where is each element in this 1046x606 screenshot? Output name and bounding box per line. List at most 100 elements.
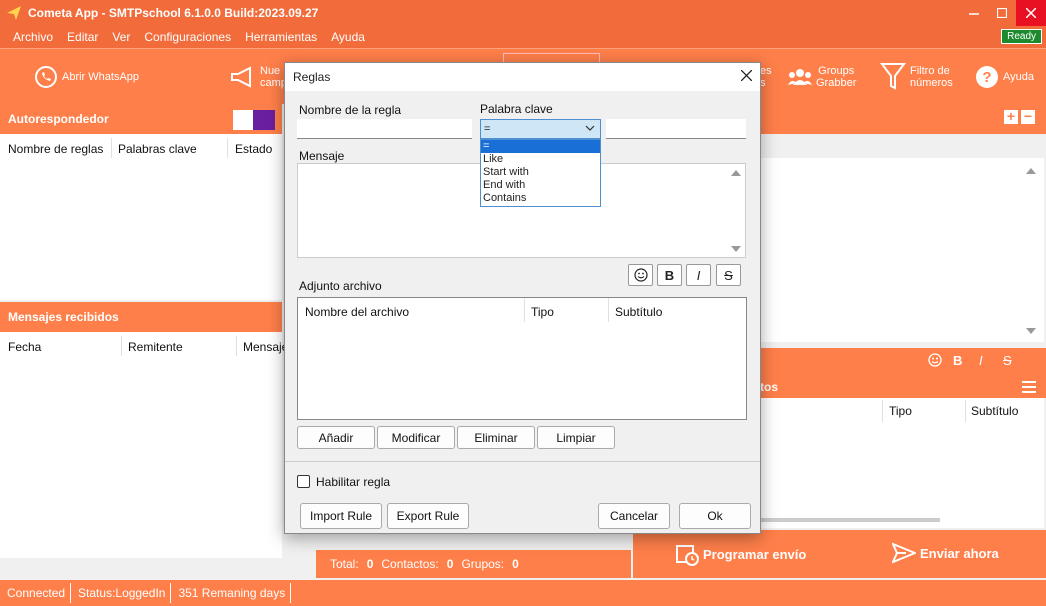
dialog-title: Reglas — [293, 70, 331, 84]
help-icon: ? — [976, 66, 998, 88]
column-separator — [121, 336, 122, 356]
keyword-operator-select[interactable]: = — [480, 119, 601, 139]
italic-button[interactable]: I — [686, 264, 711, 286]
menu-archivo[interactable]: Archivo — [6, 30, 60, 44]
send-icon — [892, 542, 916, 564]
delete-button[interactable]: Eliminar — [457, 426, 535, 449]
keyword-input[interactable] — [606, 119, 746, 139]
clear-button[interactable]: Limpiar — [537, 426, 615, 449]
menu-ver[interactable]: Ver — [105, 30, 137, 44]
column-separator — [882, 400, 883, 422]
enable-rule-checkbox[interactable] — [297, 475, 310, 488]
ok-button[interactable]: Ok — [679, 503, 751, 529]
menu-icon[interactable] — [1022, 381, 1036, 393]
dialog-divider — [285, 461, 760, 462]
close-window-button[interactable] — [1016, 0, 1046, 26]
received-messages-title: Mensajes recibidos — [8, 310, 119, 324]
send-now-button[interactable]: Enviar ahora — [892, 542, 999, 564]
groups-value: 0 — [512, 557, 519, 571]
hidden-toolbar-label[interactable]: es s — [760, 49, 772, 105]
column-header-type[interactable]: Tipo — [531, 305, 554, 319]
keyword-operator-dropdown: = Like Start with End with Contains — [480, 139, 601, 207]
horizontal-scrollbar[interactable] — [760, 518, 940, 522]
received-messages-header: Mensajes recibidos — [0, 302, 282, 332]
column-header-status[interactable]: Estado — [235, 142, 272, 156]
app-logo-icon — [7, 6, 21, 20]
bold-button[interactable]: B — [953, 353, 962, 368]
dialog-title-bar: Reglas — [285, 63, 760, 91]
emoji-button[interactable] — [628, 264, 653, 286]
column-header-subtitle[interactable]: Subtítulo — [615, 305, 662, 319]
received-messages-table: Fecha Remitente Mensaje — [0, 332, 288, 558]
maximize-icon — [997, 8, 1007, 18]
rules-dialog: Reglas Nombre de la regla Palabra clave … — [284, 62, 761, 534]
add-icon[interactable]: + — [1004, 109, 1018, 124]
menu-ayuda[interactable]: Ayuda — [324, 30, 372, 44]
scroll-up-icon[interactable] — [731, 170, 741, 176]
counters-bar: Total: 0 Contactos: 0 Grupos: 0 — [316, 550, 631, 578]
column-header-date[interactable]: Fecha — [8, 340, 41, 354]
close-icon — [740, 69, 753, 82]
maximize-button[interactable] — [988, 0, 1016, 26]
filter-icon — [880, 63, 906, 90]
add-button[interactable]: Añadir — [297, 426, 375, 449]
enable-rule-label[interactable]: Habilitar regla — [316, 475, 390, 489]
open-whatsapp-label: Abrir WhatsApp — [62, 71, 140, 83]
attachment-label: Adjunto archivo — [299, 279, 382, 293]
column-header-subtitle[interactable]: Subtítulo — [971, 404, 1018, 418]
strike-button[interactable]: S — [1003, 353, 1012, 368]
total-value: 0 — [366, 557, 374, 571]
rule-name-input[interactable] — [297, 119, 472, 139]
strikethrough-button[interactable]: S — [716, 264, 741, 286]
column-header-keywords[interactable]: Palabras clave — [118, 142, 197, 156]
dropdown-option-contains[interactable]: Contains — [481, 192, 600, 205]
number-filter-button[interactable]: Filtro de números — [880, 49, 953, 105]
menu-herramientas[interactable]: Herramientas — [238, 30, 324, 44]
export-rule-button[interactable]: Export Rule — [387, 503, 469, 529]
scroll-up-icon[interactable] — [1026, 168, 1036, 174]
attachments-grid[interactable]: Nombre del archivo Tipo Subtítulo — [297, 297, 747, 420]
dropdown-option-like[interactable]: Like — [481, 153, 600, 166]
menu-editar[interactable]: Editar — [60, 30, 105, 44]
chevron-down-icon — [585, 125, 595, 131]
cancel-button[interactable]: Cancelar — [598, 503, 670, 529]
title-bar: Cometa App - SMTPschool 6.1.0.0 Build:20… — [0, 0, 1046, 26]
dropdown-option-equals[interactable]: = — [481, 140, 600, 153]
import-rule-button[interactable]: Import Rule — [300, 503, 382, 529]
remove-icon[interactable]: − — [1021, 109, 1035, 124]
column-header-rule-names[interactable]: Nombre de reglas — [8, 142, 103, 156]
bold-button[interactable]: B — [657, 264, 682, 286]
minimize-button[interactable] — [960, 0, 988, 26]
color-swatch-white[interactable] — [233, 110, 253, 130]
schedule-send-button[interactable]: Programar envío — [675, 542, 806, 566]
column-header-file-name[interactable]: Nombre del archivo — [305, 305, 409, 319]
menu-bar: Archivo Editar Ver Configuraciones Herra… — [0, 26, 1046, 48]
right-attachments-table: Tipo Subtítulo — [760, 398, 1044, 528]
help-button[interactable]: ? Ayuda — [975, 49, 1034, 105]
open-whatsapp-button[interactable]: Abrir WhatsApp — [34, 49, 139, 105]
dropdown-option-end-with[interactable]: End with — [481, 179, 600, 192]
svg-text:?: ? — [982, 69, 991, 86]
column-header-type[interactable]: Tipo — [889, 404, 912, 418]
right-message-area[interactable] — [760, 158, 1044, 342]
action-bar: Programar envío Enviar ahora — [633, 530, 1046, 578]
total-label: Total: — [330, 557, 359, 571]
column-header-message[interactable]: Mensaje — [243, 340, 288, 354]
column-separator — [236, 336, 237, 356]
dropdown-option-start-with[interactable]: Start with — [481, 166, 600, 179]
ready-badge: Ready — [1001, 29, 1042, 44]
megaphone-icon — [231, 66, 251, 88]
scroll-down-icon[interactable] — [731, 246, 741, 252]
scroll-down-icon[interactable] — [1026, 328, 1036, 334]
modify-button[interactable]: Modificar — [377, 426, 455, 449]
dialog-close-button[interactable] — [740, 68, 753, 86]
right-format-bar: B I S — [760, 348, 1046, 376]
groups-grabber-button[interactable]: Groups Grabber — [788, 49, 856, 105]
send-now-label: Enviar ahora — [920, 545, 999, 561]
contacts-value: 0 — [446, 557, 454, 571]
italic-button[interactable]: I — [979, 353, 983, 368]
menu-configuraciones[interactable]: Configuraciones — [137, 30, 238, 44]
color-swatch-purple[interactable] — [253, 110, 275, 130]
emoji-icon[interactable] — [928, 353, 942, 370]
column-header-sender[interactable]: Remitente — [128, 340, 183, 354]
